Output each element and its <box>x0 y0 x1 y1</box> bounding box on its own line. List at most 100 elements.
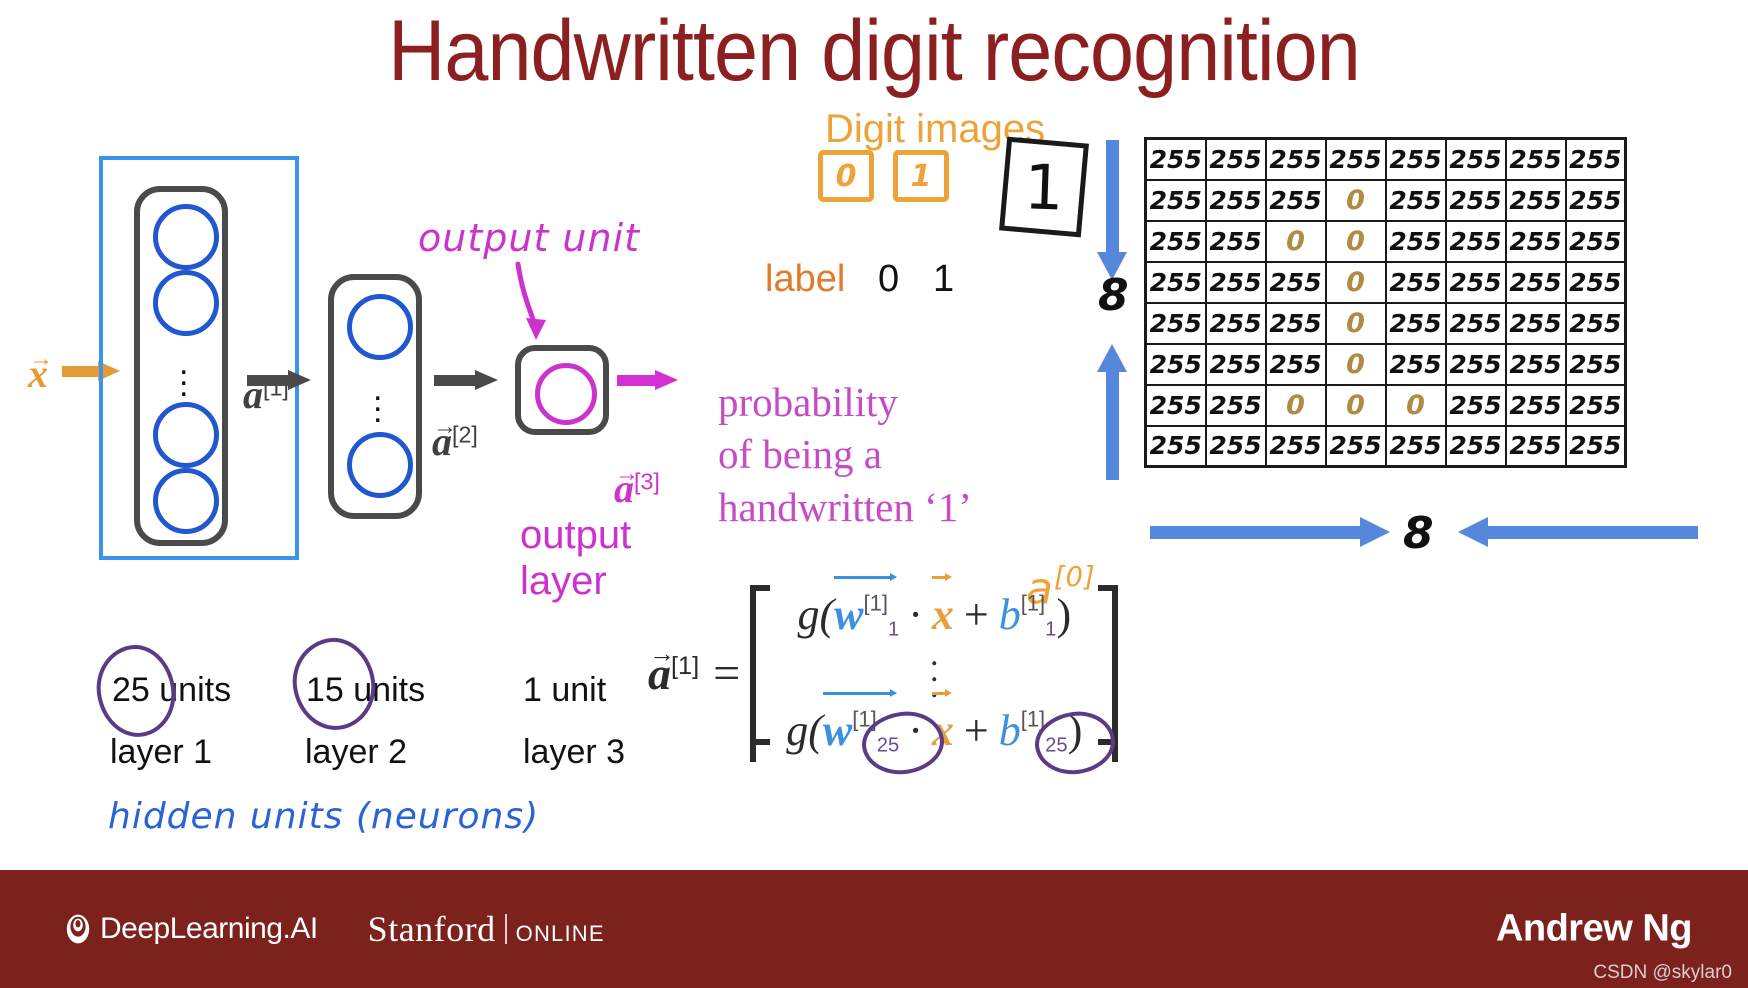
formula-x-term: x <box>931 573 954 640</box>
formula-g-open: g( <box>797 590 835 639</box>
pixel-cell: 255 <box>1564 342 1627 386</box>
grid-height-label: 8 <box>1098 270 1129 321</box>
formula-b-sub: 25 <box>1045 734 1068 757</box>
pixel-cell: 255 <box>1204 178 1267 222</box>
layer-2-box: ... <box>328 274 422 519</box>
pixel-cell: 255 <box>1384 424 1447 468</box>
pixel-cell: 255 <box>1264 137 1327 181</box>
pixel-cell: 255 <box>1204 383 1267 427</box>
formula-w-base: w <box>834 590 864 639</box>
pixel-cell: 255 <box>1144 137 1207 181</box>
stanford-online-logo: Stanford ONLINE <box>368 908 605 950</box>
layer1-units-label: 25 units <box>112 671 232 709</box>
pixel-cell: 255 <box>1564 219 1627 263</box>
formula-b-term: b[1]1 <box>999 589 1057 641</box>
pixel-cell: 255 <box>1504 301 1567 345</box>
pixel-cell: 255 <box>1564 383 1627 427</box>
pixel-cell: 255 <box>1504 178 1567 222</box>
vector-arrow-icon: → <box>433 414 457 440</box>
pixel-cell: 255 <box>1444 178 1507 222</box>
pixel-cell-zero: 0 <box>1324 260 1387 304</box>
pixel-cell-zero: 0 <box>1324 301 1387 345</box>
neuron <box>347 432 413 498</box>
formula-b-term: b[1]25 <box>999 705 1068 757</box>
formula-w-base: w <box>822 706 853 756</box>
pixel-cell-zero: 0 <box>1264 219 1327 263</box>
formula-b-sup: [1] <box>1020 706 1046 732</box>
output-unit-pointer-arrow <box>515 261 546 340</box>
arrow-layer2-to-layer3 <box>434 370 500 390</box>
pixel-cell: 255 <box>1144 219 1207 263</box>
pixel-cell: 255 <box>1444 342 1507 386</box>
pixel-cell: 255 <box>1144 342 1207 386</box>
formula-dot: · <box>908 706 923 756</box>
output-unit-annotation: output unit <box>418 216 641 260</box>
formula-w-sub: 1 <box>887 618 900 641</box>
deeplearning-text: DeepLearning.AI <box>100 912 318 945</box>
pixel-cell: 255 <box>1564 301 1627 345</box>
formula-row-first: g( w[1]1 · x + b[1]1 ) <box>797 573 1071 641</box>
online-text: ONLINE <box>515 921 605 946</box>
ellipsis-vertical: ... <box>179 344 189 404</box>
pixel-cell: 255 <box>1204 260 1267 304</box>
hidden-units-annotation: hidden units (neurons) <box>108 796 540 837</box>
neuron <box>153 204 219 270</box>
pixel-cell: 255 <box>1204 301 1267 345</box>
neuron <box>347 294 413 360</box>
probability-text: probability of being a handwritten ‘1’ <box>718 376 972 533</box>
pixel-cell: 255 <box>1504 260 1567 304</box>
label-value-1: 1 <box>933 258 955 300</box>
activation-formula: → a[1] = g( w[1]1 · x + b[1]1 ) ... g( w[… <box>648 573 1119 762</box>
pixel-cell: 255 <box>1504 219 1567 263</box>
probability-line-3: handwritten ‘1’ <box>718 483 972 530</box>
output-layer-label: output layer <box>520 512 631 604</box>
pixel-grid-row: 255 255 255 0 255 255 255 255 <box>1144 178 1627 222</box>
pixel-cell: 255 <box>1564 137 1627 181</box>
formula-x-base: x <box>931 706 954 756</box>
arrow-output-to-text <box>617 370 683 390</box>
vector-arrow-icon: → <box>29 346 53 372</box>
pixel-cell: 255 <box>1504 424 1567 468</box>
digit-sample-box-1: 1 <box>893 150 949 202</box>
label-word: label <box>765 258 846 300</box>
formula-lhs: → a[1] <box>648 639 703 700</box>
formula-dot: · <box>908 590 923 639</box>
digit-sample-0-value: 0 <box>835 158 857 194</box>
layer2-units-label: 15 units <box>306 671 426 709</box>
formula-b-sup: [1] <box>1020 590 1046 616</box>
layer3-units-label: 1 unit <box>523 671 607 709</box>
vector-arrow-icon: → <box>649 638 675 668</box>
pixel-cell: 255 <box>1564 260 1627 304</box>
pixel-cell: 255 <box>1144 383 1207 427</box>
grid-width-label: 8 <box>1403 508 1434 559</box>
neuron <box>153 402 219 468</box>
formula-b-base: b <box>998 590 1021 639</box>
pixel-cell: 255 <box>1444 137 1507 181</box>
formula-x-term: x <box>931 689 954 756</box>
pixel-cell: 255 <box>1144 424 1207 468</box>
formula-rows: g( w[1]1 · x + b[1]1 ) ... g( w[1]25 · x… <box>772 573 1096 762</box>
layer1-name-label: layer 1 <box>110 733 213 771</box>
pixel-cell: 255 <box>1384 137 1447 181</box>
output-neuron <box>535 363 597 425</box>
formula-row-last: g( w[1]25 · x + b[1]25 ) <box>786 689 1082 757</box>
layer3-name-label: layer 3 <box>523 733 626 771</box>
pixel-cell: 255 <box>1324 424 1387 468</box>
formula-ellipsis: ... <box>930 636 939 706</box>
formula-plus: + <box>963 590 989 639</box>
pixel-cell: 255 <box>1444 383 1507 427</box>
pixel-cell: 255 <box>1444 219 1507 263</box>
pixel-cell: 255 <box>1264 301 1327 345</box>
slide-canvas: Handwritten digit recognition → x ... → … <box>0 0 1748 988</box>
neuron <box>153 468 219 534</box>
matrix-bracket-right <box>1096 585 1119 762</box>
pixel-grid-body: 255 255 255 255 255 255 255 255 255 255 255 0 255 255… <box>1144 137 1627 468</box>
formula-equals: = <box>713 646 741 700</box>
formula-w-sub: 25 <box>876 734 900 757</box>
formula-w-term: w[1]25 <box>822 689 900 757</box>
formula-plus: + <box>963 706 989 756</box>
pixel-cell: 255 <box>1564 424 1627 468</box>
pixel-cell: 255 <box>1384 260 1447 304</box>
footer-bar: DeepLearning.AI Stanford ONLINE Andrew N… <box>0 870 1748 988</box>
pixel-cell: 255 <box>1384 342 1447 386</box>
